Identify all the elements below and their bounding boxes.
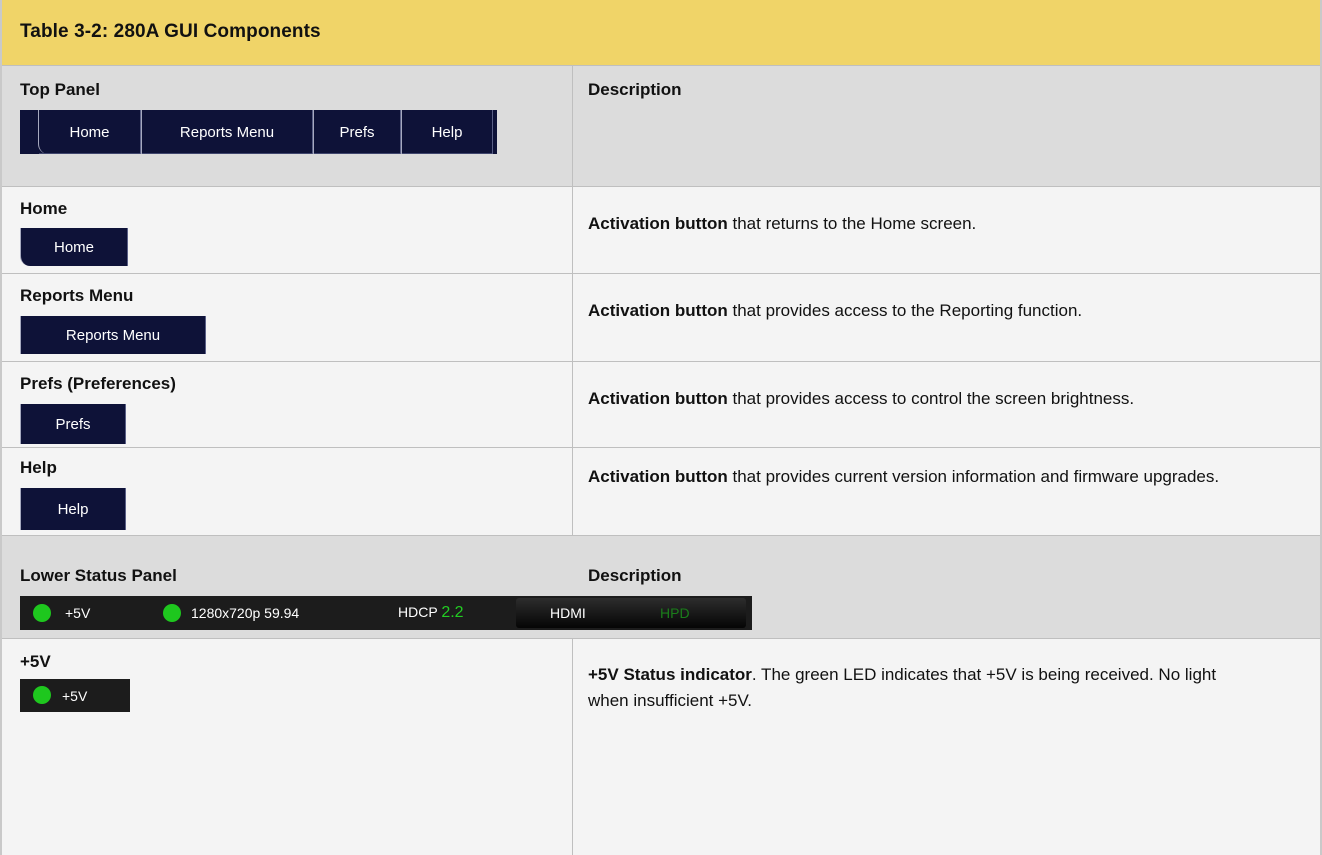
- led-icon: [163, 604, 181, 622]
- tab-help[interactable]: Help: [401, 110, 493, 154]
- reports-menu-button-label: Reports Menu: [65, 326, 161, 344]
- column-divider: [572, 362, 573, 447]
- row-name: Reports Menu: [20, 286, 134, 305]
- desc-bold: Activation button: [588, 214, 728, 233]
- table-row-home: Home Home Activation button that returns…: [2, 187, 1320, 274]
- status-hdcp: HDCP 2.2: [398, 604, 464, 622]
- prefs-button-label: Prefs: [55, 415, 91, 433]
- indicator-label: +5V: [62, 688, 88, 704]
- led-icon: [33, 604, 51, 622]
- row-description: Activation button that provides access t…: [588, 298, 1082, 324]
- tab-reports-menu-label: Reports Menu: [179, 123, 275, 141]
- hdcp-label: HDCP: [398, 604, 438, 620]
- column-divider: [572, 274, 573, 361]
- tab-home-label: Home: [69, 123, 110, 141]
- desc-text: that returns to the Home screen.: [727, 214, 977, 233]
- status-5v: +5V: [65, 605, 91, 621]
- description-heading: Description: [588, 80, 682, 99]
- top-panel-tab-bar: Home Reports Menu Prefs Help: [20, 110, 497, 154]
- top-panel-header-row: Top Panel Description Home Reports Menu …: [2, 66, 1320, 187]
- home-button[interactable]: Home: [20, 228, 128, 266]
- prefs-button[interactable]: Prefs: [20, 404, 126, 444]
- led-icon: [33, 686, 51, 704]
- tab-help-label: Help: [431, 123, 463, 141]
- hdmi-label: HDMI: [550, 605, 586, 621]
- status-bar: +5V 1280x720p 59.94 HDCP 2.2 HDMI HPD: [20, 596, 752, 630]
- row-name: Help: [20, 458, 57, 477]
- lower-status-panel-header-row: Lower Status Panel Description +5V 1280x…: [2, 536, 1320, 639]
- desc-text: that provides access to control the scre…: [727, 389, 1135, 408]
- table-title-bar: Table 3-2: 280A GUI Components: [2, 0, 1320, 66]
- row-description: Activation button that provides access t…: [588, 386, 1134, 412]
- row-description: Activation button that provides current …: [588, 464, 1308, 490]
- tab-prefs-label: Prefs: [339, 123, 375, 141]
- desc-bold: Activation button: [588, 467, 728, 486]
- table-row-prefs: Prefs (Preferences) Prefs Activation but…: [2, 362, 1320, 448]
- column-divider: [572, 448, 573, 535]
- row-description: +5V Status indicator. The green LED indi…: [588, 662, 1228, 714]
- tab-reports-menu[interactable]: Reports Menu: [141, 110, 313, 154]
- home-button-label: Home: [53, 238, 94, 256]
- table-row-help: Help Help Activation button that provide…: [2, 448, 1320, 536]
- hdcp-value: 2.2: [441, 604, 464, 621]
- desc-text: that provides access to the Reporting fu…: [727, 301, 1083, 320]
- help-button[interactable]: Help: [20, 488, 126, 530]
- desc-bold: Activation button: [588, 301, 728, 320]
- tab-home[interactable]: Home: [38, 110, 141, 154]
- gui-components-table: Table 3-2: 280A GUI Components Top Panel…: [0, 0, 1322, 855]
- row-name: Prefs (Preferences): [20, 374, 176, 393]
- table-row-reports-menu: Reports Menu Reports Menu Activation but…: [2, 274, 1320, 362]
- desc-bold: +5V Status indicator: [588, 665, 752, 684]
- status-resolution: 1280x720p 59.94: [191, 605, 300, 621]
- help-button-label: Help: [57, 500, 89, 518]
- tab-prefs[interactable]: Prefs: [313, 110, 401, 154]
- row-name: Home: [20, 199, 68, 218]
- hdmi-status-box: HDMI HPD: [516, 598, 746, 628]
- lower-status-panel-heading: Lower Status Panel: [20, 566, 177, 585]
- reports-menu-button[interactable]: Reports Menu: [20, 316, 206, 354]
- top-panel-heading: Top Panel: [20, 80, 100, 99]
- column-divider: [572, 187, 573, 273]
- row-name: +5V: [20, 652, 51, 671]
- row-description: Activation button that returns to the Ho…: [588, 211, 976, 237]
- table-row-5v: +5V +5V +5V Status indicator. The green …: [2, 639, 1320, 855]
- desc-text: that provides current version informatio…: [727, 467, 1220, 486]
- hpd-label: HPD: [660, 605, 690, 621]
- description-heading: Description: [588, 566, 682, 585]
- table-title: Table 3-2: 280A GUI Components: [20, 21, 321, 42]
- 5v-indicator: +5V: [20, 679, 130, 712]
- column-divider: [572, 639, 573, 855]
- desc-bold: Activation button: [588, 389, 728, 408]
- column-divider: [572, 66, 573, 186]
